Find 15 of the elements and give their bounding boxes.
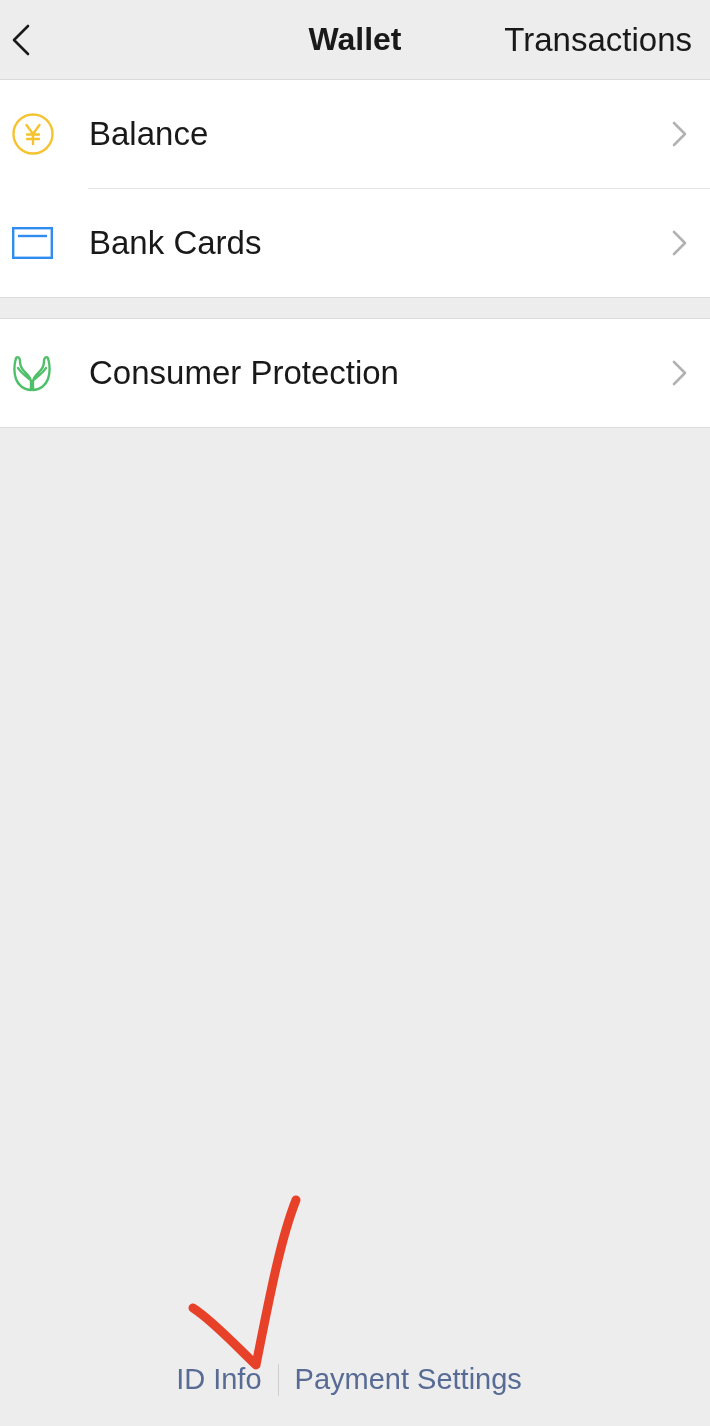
menu-row[interactable]: Consumer Protection bbox=[0, 319, 710, 427]
transactions-button[interactable]: Transactions bbox=[504, 20, 692, 59]
card-icon bbox=[12, 227, 53, 259]
chevron-right-icon bbox=[672, 121, 687, 147]
menu-row[interactable]: Balance bbox=[0, 80, 710, 188]
open-hands-icon bbox=[12, 354, 52, 392]
payment-settings-link[interactable]: Payment Settings bbox=[294, 1363, 522, 1396]
chevron-right-icon bbox=[672, 230, 687, 256]
back-button[interactable] bbox=[11, 22, 31, 57]
id-info-link[interactable]: ID Info bbox=[176, 1363, 262, 1396]
menu-row[interactable]: Bank Cards bbox=[0, 189, 710, 297]
page-title: Wallet bbox=[308, 21, 402, 58]
yen-coin-icon bbox=[12, 113, 54, 155]
back-chevron-icon bbox=[12, 23, 30, 56]
chevron-right-icon bbox=[672, 360, 687, 386]
